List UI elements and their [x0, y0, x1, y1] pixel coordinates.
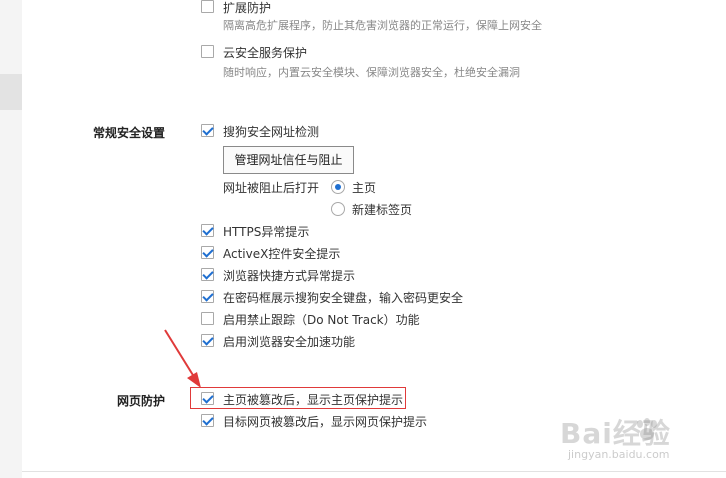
- url-check-checkbox[interactable]: [201, 124, 214, 137]
- manage-url-trust-button[interactable]: 管理网址信任与阻止: [223, 146, 354, 174]
- extension-protection-checkbox[interactable]: [201, 0, 214, 13]
- extension-protection-description: 隔离高危扩展程序，防止其危害浏览器的正常运行，保障上网安全: [223, 19, 542, 32]
- bottom-divider: [22, 471, 726, 472]
- activex-warning-label: ActiveX控件安全提示: [223, 247, 341, 261]
- open-homepage-label: 主页: [352, 181, 377, 195]
- secure-keyboard-checkbox[interactable]: [201, 290, 214, 303]
- webpage-tamper-label: 目标网页被篡改后，显示网页保护提示: [223, 415, 428, 429]
- activex-warning-checkbox[interactable]: [201, 246, 214, 259]
- open-new-tab-label: 新建标签页: [352, 203, 413, 217]
- https-warning-checkbox[interactable]: [201, 224, 214, 237]
- left-sidebar-selected-block: [0, 74, 22, 110]
- shortcut-warning-label: 浏览器快捷方式异常提示: [223, 269, 356, 283]
- security-acceleration-label: 启用浏览器安全加速功能: [223, 335, 356, 349]
- left-sidebar-strip: [0, 0, 22, 478]
- blocked-open-label: 网址被阻止后打开: [223, 181, 320, 195]
- cloud-security-checkbox[interactable]: [201, 45, 214, 58]
- shortcut-warning-checkbox[interactable]: [201, 268, 214, 281]
- highlight-box: [190, 387, 406, 409]
- secure-keyboard-label: 在密码框展示搜狗安全键盘，输入密码更安全: [223, 291, 464, 305]
- web-protection-title: 网页防护: [116, 394, 165, 408]
- url-check-label: 搜狗安全网址检测: [223, 125, 320, 139]
- extension-protection-label: 扩展防护: [223, 1, 272, 15]
- watermark-url: jingyan.baidu.com: [568, 448, 670, 461]
- security-acceleration-checkbox[interactable]: [201, 334, 214, 347]
- webpage-tamper-checkbox[interactable]: [201, 414, 214, 427]
- open-homepage-radio[interactable]: [331, 180, 345, 194]
- cloud-security-label: 云安全服务保护: [223, 46, 308, 60]
- https-warning-label: HTTPS异常提示: [223, 225, 310, 239]
- paw-icon: [637, 418, 657, 440]
- do-not-track-label: 启用禁止跟踪（Do Not Track）功能: [223, 313, 420, 327]
- open-new-tab-radio[interactable]: [331, 202, 345, 216]
- cloud-security-description: 随时响应，内置云安全模块、保障浏览器安全，杜绝安全漏洞: [223, 66, 520, 79]
- general-security-title: 常规安全设置: [92, 126, 165, 140]
- do-not-track-checkbox[interactable]: [201, 312, 214, 325]
